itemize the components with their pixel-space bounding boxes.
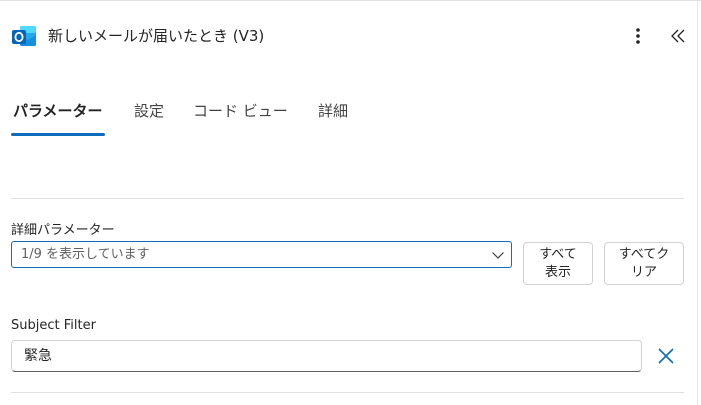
tab-code-view[interactable]: コード ビュー bbox=[193, 100, 288, 122]
clear-subject-filter-button[interactable] bbox=[654, 344, 678, 368]
active-tab-indicator bbox=[11, 133, 105, 136]
advanced-parameters-label: 詳細パラメーター bbox=[11, 223, 115, 238]
panel-header: 新しいメールが届いたとき (V3) bbox=[0, 0, 697, 72]
dropdown-value: 1/9 を表示しています bbox=[21, 247, 150, 262]
more-vertical-icon bbox=[636, 28, 640, 44]
subject-filter-value: 緊急 bbox=[24, 348, 52, 364]
panel-right-border bbox=[697, 0, 698, 405]
outlook-icon bbox=[11, 23, 37, 49]
subject-filter-label: Subject Filter bbox=[11, 318, 96, 333]
tab-settings[interactable]: 設定 bbox=[134, 100, 164, 122]
page-title: 新しいメールが届いたとき (V3) bbox=[48, 27, 265, 45]
tab-bar: パラメーター 設定 コード ビュー 詳細 bbox=[0, 96, 697, 138]
tab-details[interactable]: 詳細 bbox=[318, 100, 348, 122]
section-divider bbox=[11, 198, 684, 199]
double-chevron-left-icon bbox=[671, 29, 685, 43]
tab-parameters[interactable]: パラメーター bbox=[13, 100, 103, 122]
bottom-divider bbox=[11, 392, 684, 393]
advanced-parameters-dropdown[interactable]: 1/9 を表示しています bbox=[11, 241, 512, 268]
close-icon bbox=[658, 348, 674, 364]
clear-all-button[interactable]: すべてク リア bbox=[604, 242, 684, 285]
collapse-panel-button[interactable] bbox=[666, 24, 690, 48]
more-options-button[interactable] bbox=[626, 24, 650, 48]
subject-filter-input[interactable]: 緊急 bbox=[11, 340, 642, 372]
chevron-down-icon bbox=[492, 252, 504, 259]
show-all-button[interactable]: すべて 表示 bbox=[523, 242, 593, 285]
